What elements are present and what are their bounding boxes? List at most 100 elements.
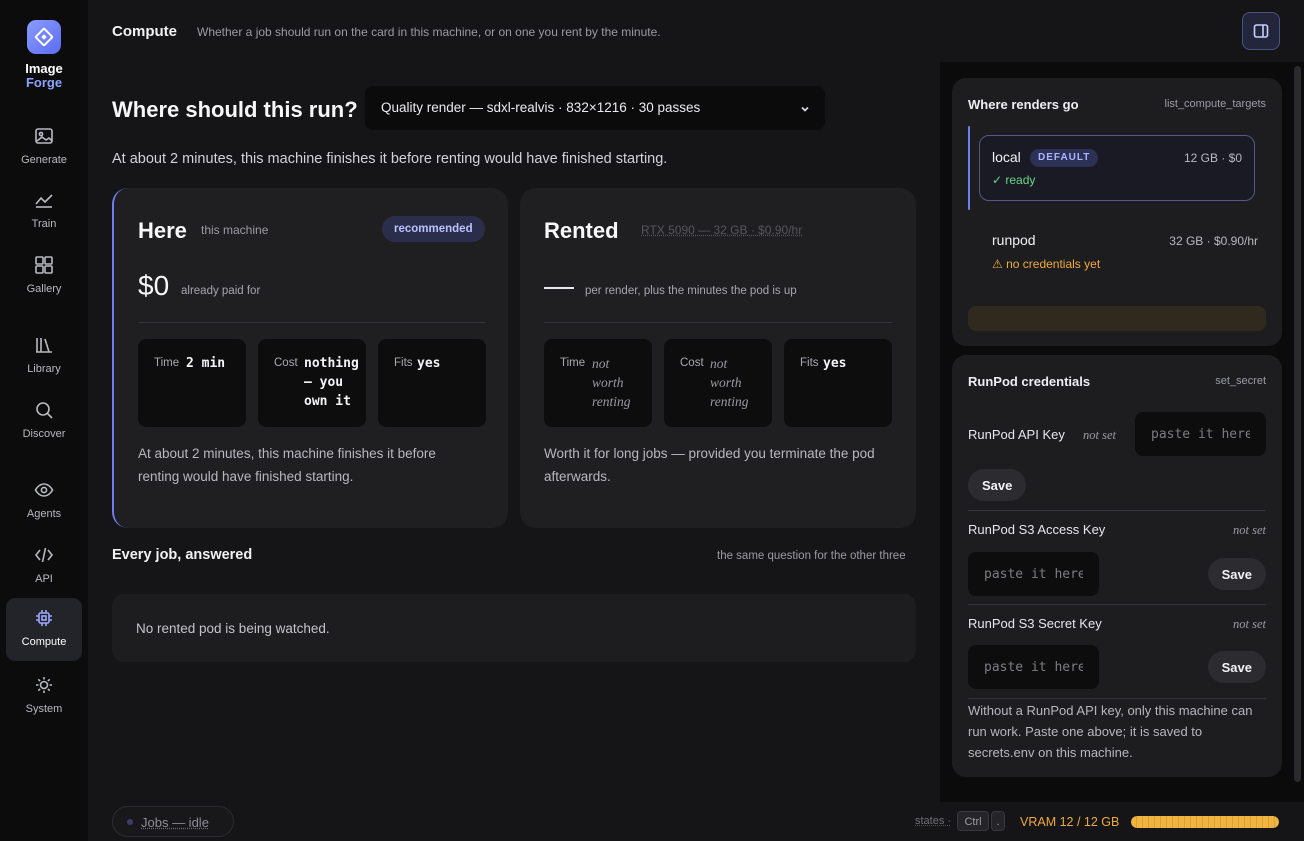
target-spec: 12 GB · $0 (1183, 151, 1242, 165)
toggle-panel-button[interactable] (1242, 12, 1280, 50)
card-description: Worth it for long jobs — provided you te… (544, 446, 875, 484)
pod-watch-status: No rented pod is being watched. (136, 621, 330, 636)
stat-label: Time (560, 357, 586, 369)
divider (968, 698, 1266, 699)
stat-label: Fits (800, 357, 819, 369)
target-selected-box: local DEFAULT 12 GB · $0 ✓ ready (979, 135, 1255, 201)
states-shortcut-label[interactable]: states · (915, 815, 951, 827)
stat-fits: Fits yes (378, 339, 486, 427)
sidebar-item-label: Agents (26, 508, 62, 520)
sun-icon (34, 675, 54, 695)
stat-time: Time 2 min (138, 339, 246, 427)
target-runpod[interactable]: runpod 32 GB · $0.90/hr ⚠ no credentials… (968, 224, 1282, 290)
card-title: RunPod credentials (968, 374, 1091, 389)
option-card-rented[interactable]: Rented RTX 5090 — 32 GB · $0.90/hr per r… (520, 188, 916, 528)
image-icon (34, 126, 54, 146)
credential-row-s3-access: RunPod S3 Access Key not set Save (968, 521, 1266, 601)
jobs-status-pill[interactable]: Jobs — idle (112, 806, 234, 837)
stat-time: Time not worth renting (544, 339, 652, 427)
job-select-value: Quality render — sdxl-realvis · 832×1216… (381, 100, 701, 115)
job-select[interactable]: Quality render — sdxl-realvis · 832×1216… (365, 86, 825, 130)
card-subtitle: RTX 5090 — 32 GB · $0.90/hr (641, 223, 803, 237)
s3-secret-key-input[interactable] (968, 645, 1099, 689)
save-api-key-button[interactable]: Save (968, 469, 1027, 501)
sidebar-item-library[interactable]: Library (6, 325, 82, 387)
sidebar: Image Forge Generate Train Gallery Libra… (0, 0, 88, 841)
stat-label: Time (154, 357, 180, 369)
stat-value: yes (417, 356, 441, 371)
sidebar-item-agents[interactable]: Agents (6, 470, 82, 532)
divider (968, 604, 1266, 605)
credential-name: RunPod S3 Secret Key (968, 616, 1102, 631)
chip-icon (34, 608, 54, 628)
sidebar-item-label: Generate (21, 154, 67, 166)
question-heading: Where should this run? (112, 97, 358, 122)
option-card-here[interactable]: Here this machine recommended $0 already… (112, 188, 508, 528)
target-name: runpod (992, 232, 1036, 248)
price-value: $0 (138, 270, 170, 301)
sidebar-item-compute[interactable]: Compute (6, 598, 82, 661)
sidebar-item-label: Gallery (26, 283, 62, 295)
api-key-input[interactable] (1135, 412, 1266, 456)
right-panel-scrollbar[interactable] (1294, 66, 1301, 782)
card-description: At about 2 minutes, this machine finishe… (138, 446, 436, 484)
vram-usage-fill (1131, 816, 1279, 828)
brand-name-accent: Forge (25, 75, 63, 90)
recommended-badge: recommended (382, 216, 485, 242)
status-dot (127, 819, 133, 825)
divider (138, 322, 486, 323)
sidebar-item-api[interactable]: API (6, 535, 82, 597)
logo-icon[interactable] (27, 20, 61, 54)
sidebar-panel-icon (1253, 24, 1269, 38)
save-s3-access-key-button[interactable]: Save (1207, 558, 1266, 590)
default-badge: DEFAULT (1030, 149, 1099, 167)
target-status: ✓ ready (992, 173, 1036, 187)
price-note: already paid for (181, 285, 261, 297)
vram-label: VRAM 12 / 12 GB (1020, 815, 1120, 829)
card-title: Rented (544, 218, 619, 243)
target-local[interactable]: local DEFAULT 12 GB · $0 ✓ ready (968, 126, 1282, 210)
tool-tag: set_secret (1215, 375, 1266, 387)
price-note: per render, plus the minutes the pod is … (585, 285, 797, 297)
library-icon (34, 335, 54, 355)
grid-icon (34, 255, 54, 275)
warning-bar (968, 306, 1266, 331)
target-name: local (992, 149, 1021, 165)
credential-row-api-key: RunPod API Key not set Save (968, 412, 1266, 522)
stat-cost: Cost not worth renting (664, 339, 772, 427)
card-title: Where renders go (968, 97, 1079, 112)
chart-line-icon (34, 190, 54, 210)
credential-name: RunPod S3 Access Key (968, 522, 1106, 537)
page-title: Compute (112, 23, 177, 40)
tool-tag: list_compute_targets (1164, 98, 1267, 110)
compute-targets-card: Where renders go list_compute_targets lo… (952, 78, 1282, 346)
sidebar-item-generate[interactable]: Generate (6, 116, 82, 178)
sidebar-item-label: Discover (22, 428, 66, 440)
sidebar-item-train[interactable]: Train (6, 180, 82, 242)
stat-label: Cost (680, 357, 704, 369)
stat-label: Cost (274, 357, 298, 369)
price-placeholder-dash (544, 287, 574, 289)
eye-icon (34, 480, 54, 500)
stat-fits: Fits yes (784, 339, 892, 427)
stat-value: not worth renting (592, 356, 631, 409)
jobs-status-text: Jobs — idle (141, 815, 209, 830)
save-s3-secret-key-button[interactable]: Save (1207, 651, 1266, 683)
credential-state: not set (1233, 617, 1266, 631)
credential-state: not set (1083, 428, 1116, 442)
sidebar-item-gallery[interactable]: Gallery (6, 245, 82, 307)
sidebar-item-system[interactable]: System (6, 665, 82, 727)
credential-state: not set (1233, 523, 1266, 537)
sidebar-item-label: System (25, 703, 63, 715)
stat-value: nothing — you own it (304, 356, 359, 409)
stat-label: Fits (394, 357, 413, 369)
section-note: the same question for the other three (717, 550, 906, 562)
sidebar-item-discover[interactable]: Discover (6, 390, 82, 452)
s3-access-key-input[interactable] (968, 552, 1099, 596)
selected-accent (968, 126, 970, 210)
recommendation-summary: At about 2 minutes, this machine finishe… (112, 151, 668, 167)
stat-cost: Cost nothing — you own it (258, 339, 366, 427)
stat-value: 2 min (186, 356, 226, 371)
page-subtitle: Whether a job should run on the card in … (197, 25, 661, 39)
divider (968, 510, 1266, 511)
